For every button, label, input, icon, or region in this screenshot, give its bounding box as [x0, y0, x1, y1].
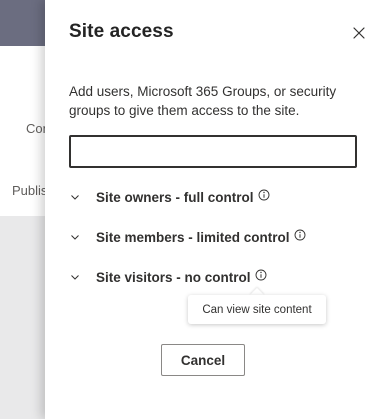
info-tooltip: Can view site content [188, 295, 326, 324]
info-icon[interactable] [258, 189, 270, 201]
group-site-visitors[interactable]: Site visitors - no control [69, 267, 267, 287]
add-users-input[interactable] [69, 135, 357, 168]
group-label: Site visitors - no control [96, 269, 251, 285]
panel-description: Add users, Microsoft 365 Groups, or secu… [69, 84, 337, 118]
group-site-members[interactable]: Site members - limited control [69, 227, 306, 247]
close-icon [353, 27, 365, 39]
chevron-down-icon [69, 231, 81, 243]
close-button[interactable] [351, 25, 367, 41]
panel-title: Site access [69, 21, 174, 42]
background-text: Publis [12, 183, 48, 198]
group-label: Site owners - full control [96, 189, 254, 205]
info-icon[interactable] [294, 229, 306, 241]
group-site-owners[interactable]: Site owners - full control [69, 187, 270, 207]
chevron-down-icon [69, 271, 81, 283]
cancel-button[interactable]: Cancel [161, 344, 245, 376]
info-icon[interactable] [255, 269, 267, 281]
site-access-panel: Site access Add users, Microsoft 365 Gro… [45, 0, 385, 419]
chevron-down-icon [69, 191, 81, 203]
group-label: Site members - limited control [96, 229, 290, 245]
